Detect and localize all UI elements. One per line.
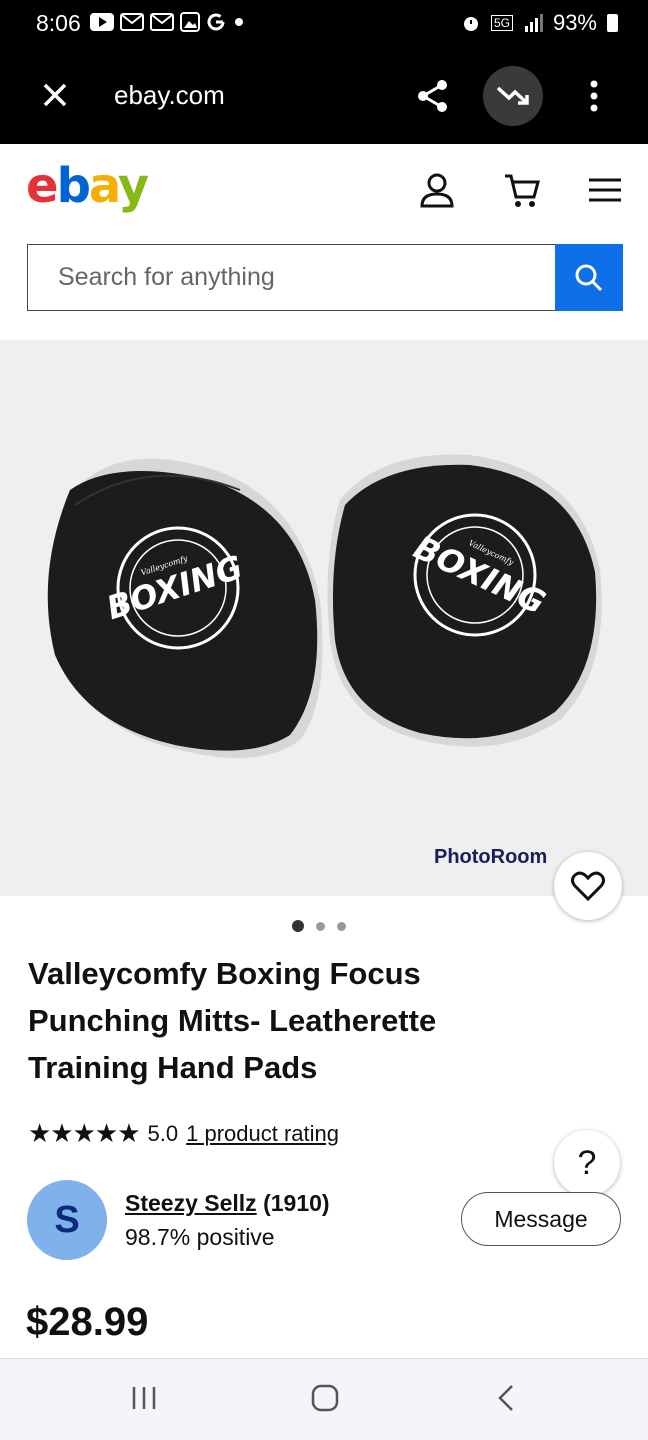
google-icon — [207, 13, 225, 31]
watchlist-button[interactable] — [554, 852, 622, 920]
product-image[interactable]: BOXING Valleycomfy BOXING Valleycomfy Ph… — [0, 340, 648, 896]
carousel-dot[interactable] — [337, 921, 346, 931]
cart-icon[interactable] — [502, 170, 542, 210]
back-icon[interactable] — [494, 1383, 520, 1413]
carousel-indicator — [292, 920, 346, 932]
close-icon[interactable] — [40, 80, 70, 110]
price-trend-button[interactable] — [483, 66, 543, 126]
signal-icon — [524, 14, 543, 32]
system-nav-bar — [0, 1358, 648, 1440]
ebay-logo[interactable]: ebay — [26, 158, 149, 214]
notification-icons — [90, 12, 246, 32]
carousel-dot[interactable] — [292, 920, 304, 932]
menu-icon[interactable] — [586, 170, 626, 210]
seller-feedback-count: (1910) — [263, 1190, 330, 1216]
share-icon[interactable] — [415, 78, 451, 114]
search-bar — [27, 244, 623, 311]
rating-value: 5.0 — [147, 1120, 179, 1146]
battery-icon — [607, 14, 618, 32]
seller-name-link[interactable]: Steezy Sellz — [125, 1190, 257, 1216]
search-input[interactable] — [27, 244, 555, 311]
price: $28.99 — [26, 1300, 149, 1344]
trending-down-icon — [496, 86, 529, 105]
account-icon[interactable] — [417, 170, 457, 210]
help-button[interactable]: ? — [554, 1130, 620, 1196]
heart-icon — [571, 871, 605, 901]
youtube-icon — [90, 13, 114, 31]
network-label: 5G — [490, 15, 513, 31]
product-title: Valleycomfy Boxing Focus Punching Mitts-… — [28, 956, 437, 1085]
more-options-icon[interactable] — [584, 78, 604, 114]
question-icon: ? — [577, 1143, 597, 1182]
rating-row: ★★★★★ 5.0 1 product rating — [28, 1118, 339, 1149]
carousel-dot[interactable] — [316, 921, 325, 931]
battery-percent: 93% — [552, 10, 597, 35]
gallery-icon — [180, 12, 200, 32]
status-right: 5G 93% — [461, 10, 618, 36]
dot-icon — [235, 18, 243, 26]
search-icon — [575, 264, 603, 291]
message-button[interactable]: Message — [461, 1192, 621, 1246]
recent-apps-icon[interactable] — [130, 1383, 158, 1413]
status-time: 8:06 — [36, 10, 81, 36]
gmail-icon — [120, 13, 144, 31]
seller-avatar[interactable]: S — [27, 1180, 107, 1260]
alarm-icon — [463, 17, 478, 31]
browser-toolbar: ebay.com — [0, 48, 648, 144]
seller-positive: 98.7% positive — [125, 1224, 275, 1250]
rating-stars-icon: ★★★★★ — [28, 1118, 141, 1148]
seller-info: Steezy Sellz (1910) — [125, 1190, 330, 1217]
seller-initial: S — [54, 1198, 80, 1241]
status-bar: 8:06 5G 93% — [0, 0, 648, 48]
gmail-icon — [150, 13, 174, 31]
product-rating-link[interactable]: 1 product rating — [186, 1121, 339, 1147]
ebay-header: ebay — [0, 144, 648, 340]
home-icon[interactable] — [310, 1383, 340, 1413]
boxing-pads-image: BOXING Valleycomfy BOXING Valleycomfy — [47, 454, 602, 758]
photoroom-watermark: PhotoRoom — [434, 846, 548, 868]
url-text[interactable]: ebay.com — [114, 80, 225, 111]
search-button[interactable] — [555, 244, 623, 311]
